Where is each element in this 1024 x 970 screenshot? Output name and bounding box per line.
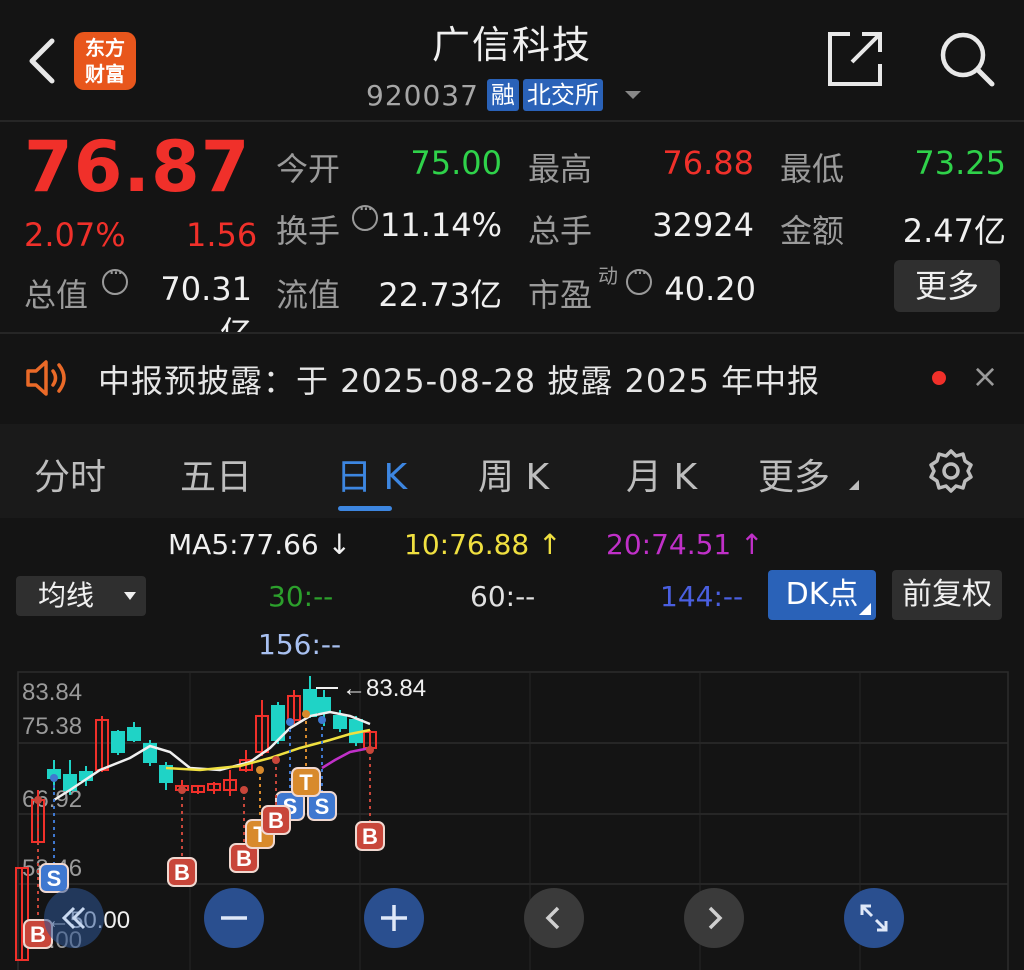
info-icon[interactable]	[626, 261, 652, 295]
signal-dot	[286, 718, 294, 726]
rewind-button[interactable]	[44, 888, 104, 948]
ma5-value: MA5:77.66 ↓	[168, 528, 352, 561]
gear-icon	[929, 449, 973, 493]
high-price-marker: ←83.84	[342, 675, 426, 702]
signal-dot	[178, 786, 186, 794]
search-button[interactable]	[938, 30, 996, 88]
minus-icon	[221, 916, 247, 920]
y-tick-label: 83.84	[22, 679, 82, 706]
signal-label: B	[362, 824, 378, 849]
header-divider	[0, 120, 1024, 122]
caret-icon	[849, 480, 859, 490]
tab-five-day[interactable]: 五日	[180, 448, 252, 500]
low-label: 最低	[780, 150, 845, 188]
ma60-value: 60:--	[470, 580, 536, 613]
signal-label: B	[174, 860, 190, 885]
signal-dot	[256, 766, 264, 774]
ma20-line	[321, 746, 371, 770]
tab-intraday[interactable]: 分时	[34, 448, 106, 500]
change-amount: 1.56	[186, 216, 258, 254]
zoom-out-button[interactable]	[204, 888, 264, 948]
signal-dot	[34, 796, 42, 804]
double-chevron-left-icon	[61, 906, 86, 930]
more-quote-button[interactable]: 更多	[894, 260, 1000, 312]
chevron-right-icon	[708, 906, 723, 930]
signal-dot	[240, 786, 248, 794]
speaker-icon	[26, 360, 66, 396]
margin-tag: 融	[486, 79, 519, 111]
open-label: 今开	[276, 150, 341, 188]
ma-type-select[interactable]: 均线	[16, 576, 146, 616]
info-icon[interactable]	[102, 261, 128, 295]
signal-dot	[318, 716, 326, 724]
tab-weekly-k[interactable]: 周 K	[478, 448, 549, 500]
candle-body	[317, 697, 331, 713]
ma20-value: 20:74.51 ↑	[606, 528, 764, 561]
amount-label: 金额	[780, 212, 845, 250]
change-percent: 2.07%	[24, 216, 126, 254]
signal-label: T	[299, 770, 313, 795]
share-button[interactable]	[826, 30, 884, 88]
prev-button[interactable]	[524, 888, 584, 948]
current-price: 76.87	[24, 126, 251, 208]
volume-value: 32924	[652, 206, 754, 244]
next-button[interactable]	[684, 888, 744, 948]
signal-label: S	[315, 794, 330, 819]
ma10-value: 10:76.88 ↑	[404, 528, 562, 561]
search-icon	[940, 32, 995, 87]
high-value: 76.88	[662, 144, 754, 182]
stock-code-row[interactable]: 920037 融 北交所	[366, 76, 641, 114]
signal-label: B	[236, 846, 252, 871]
market-cap-label: 总值	[24, 276, 89, 314]
tab-monthly-k[interactable]: 月 K	[626, 448, 697, 500]
volume-label: 总手	[528, 212, 593, 250]
pe-dynamic-superscript: 动	[598, 264, 618, 288]
stock-code: 920037	[366, 78, 479, 112]
candle-body	[127, 727, 141, 741]
float-cap-label: 流值	[276, 276, 341, 314]
open-value: 75.00	[410, 144, 502, 182]
plus-icon	[381, 905, 407, 931]
amount-value: 2.47亿	[902, 212, 1006, 250]
unread-dot	[932, 371, 946, 385]
high-label: 最高	[528, 150, 593, 188]
pe-value: 40.20	[664, 270, 756, 308]
zoom-in-button[interactable]	[364, 888, 424, 948]
float-cap-value: 22.73亿	[378, 276, 502, 314]
low-value: 73.25	[914, 144, 1006, 182]
turnover-value: 11.14%	[380, 206, 503, 244]
signal-dot	[302, 710, 310, 718]
close-icon[interactable]: ×	[968, 356, 1002, 396]
candle-body	[111, 731, 125, 753]
turnover-label: 换手	[276, 212, 341, 250]
ma156-value: 156:--	[258, 628, 342, 661]
y-tick-label: 75.38	[22, 713, 82, 740]
price-adjust-button[interactable]: 前复权	[892, 570, 1002, 620]
tab-daily-k[interactable]: 日 K	[336, 448, 407, 500]
signal-dot	[272, 756, 280, 764]
ma144-value: 144:--	[660, 580, 744, 613]
pe-label: 市盈	[528, 276, 593, 314]
signal-label: B	[268, 808, 284, 833]
signal-dot	[366, 746, 374, 754]
signal-dot	[50, 774, 58, 782]
exchange-tag: 北交所	[522, 79, 603, 111]
share-icon	[828, 32, 882, 86]
active-tab-indicator	[338, 506, 392, 511]
notice-text: 中报预披露：于 2025-08-28 披露 2025 年中报	[98, 362, 821, 400]
ma30-value: 30:--	[268, 580, 334, 613]
tab-more[interactable]: 更多	[758, 448, 830, 500]
chart-settings-button[interactable]	[928, 448, 974, 494]
fullscreen-button[interactable]	[844, 888, 904, 948]
info-icon[interactable]	[352, 197, 378, 231]
chevron-down-icon	[624, 91, 641, 99]
expand-icon	[860, 904, 888, 932]
dk-points-button[interactable]: DK点	[768, 570, 876, 620]
chevron-left-icon	[545, 906, 560, 930]
candle-body	[333, 715, 347, 729]
